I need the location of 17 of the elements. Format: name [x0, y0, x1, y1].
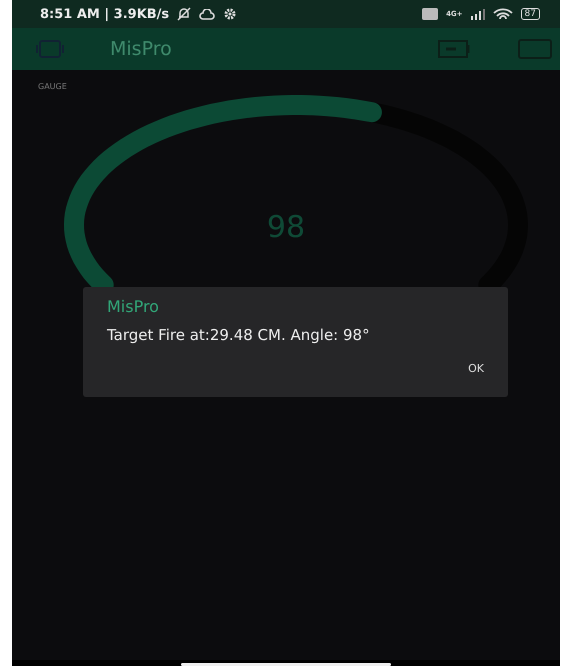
square-icon[interactable] — [518, 39, 552, 59]
wifi-icon — [492, 8, 513, 20]
muted-bell-icon — [177, 7, 192, 21]
battery-level: 87 — [520, 8, 540, 20]
status-time: 8:51 AM | 3.9KB/s — [40, 6, 170, 22]
gauge-value: 98 — [266, 210, 306, 245]
cloud-icon — [199, 8, 216, 20]
dialog-message: Target Fire at:29.48 CM. Angle: 98° — [107, 326, 371, 344]
dialog-title: MisPro — [107, 297, 160, 316]
gauge-label: GAUGE — [38, 82, 67, 91]
battery-icon[interactable] — [438, 40, 472, 58]
home-indicator[interactable] — [181, 663, 391, 666]
signal-icon — [470, 8, 485, 20]
device-icon[interactable] — [36, 39, 64, 59]
gear-icon — [223, 7, 238, 21]
ok-button[interactable]: OK — [462, 358, 490, 379]
app-title: MisPro — [110, 38, 173, 60]
